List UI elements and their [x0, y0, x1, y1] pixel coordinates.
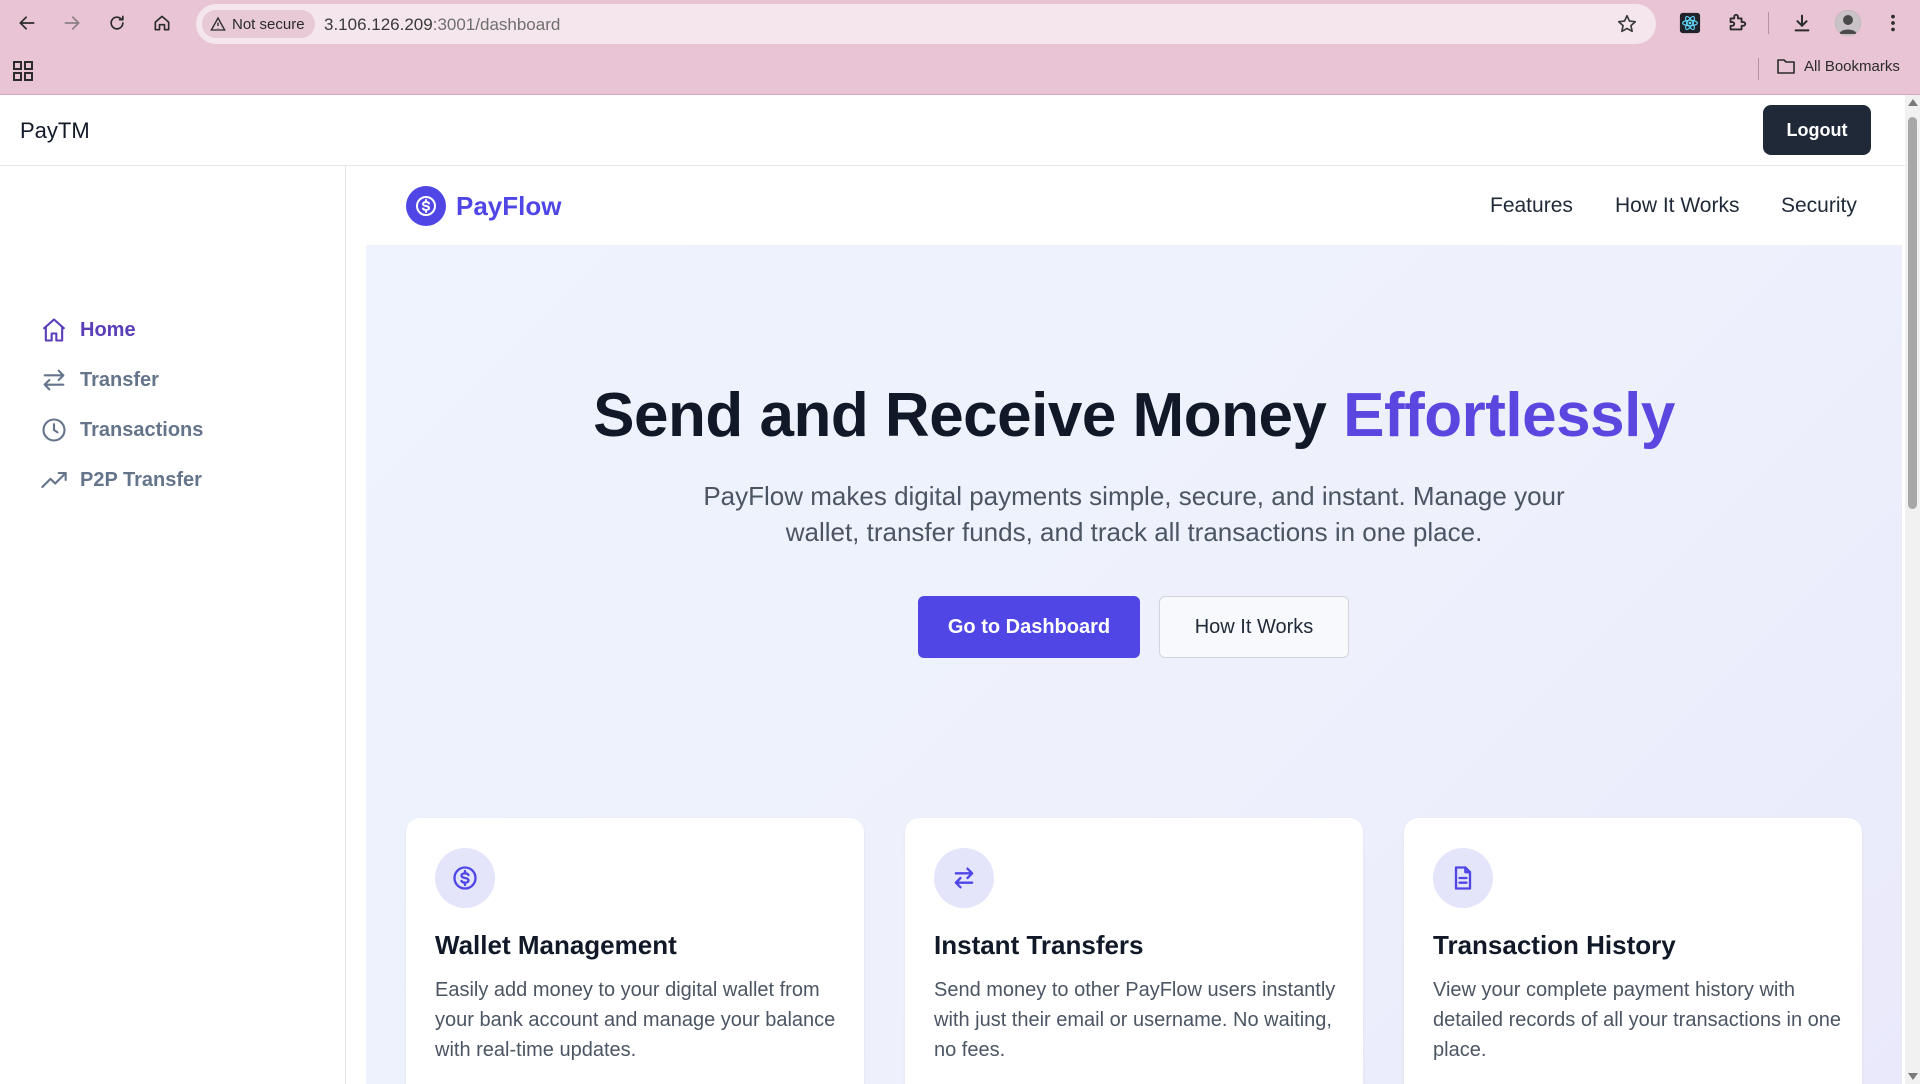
url-host: 3.106.126.209	[324, 15, 433, 34]
sidebar-item-transfer[interactable]: Transfer	[40, 362, 159, 398]
sidebar: Home Transfer Transactions P2P Transfer	[0, 166, 346, 1084]
feature-card-title: Transaction History	[1433, 930, 1676, 960]
feature-card-title: Instant Transfers	[934, 930, 1144, 960]
back-icon[interactable]	[12, 8, 42, 38]
sidebar-item-label: Home	[80, 318, 136, 341]
security-label: Not secure	[232, 15, 305, 33]
scroll-up-arrow-icon[interactable]	[1908, 99, 1918, 106]
page-scrollbar[interactable]	[1905, 95, 1920, 1084]
warning-icon	[210, 16, 226, 31]
hero-title: Send and Receive Money Effortlessly	[366, 380, 1902, 451]
home-browser-icon[interactable]	[147, 8, 177, 38]
sidebar-item-label: Transactions	[80, 418, 204, 441]
sidebar-item-label: P2P Transfer	[80, 468, 202, 491]
go-to-dashboard-button[interactable]: Go to Dashboard	[918, 596, 1140, 658]
feature-card-description: Send money to other PayFlow users instan…	[934, 979, 1336, 1061]
payflow-brand[interactable]: PayFlow	[456, 191, 561, 222]
all-bookmarks-button[interactable]: All Bookmarks	[1776, 57, 1900, 75]
home-icon	[42, 318, 66, 342]
nav-link-features[interactable]: Features	[1490, 194, 1573, 218]
payflow-logo-icon[interactable]	[406, 186, 446, 226]
how-it-works-button[interactable]: How It Works	[1159, 596, 1349, 658]
feature-card-wallet: Wallet Management Easily add money to yo…	[406, 818, 864, 1084]
feature-card-title: Wallet Management	[435, 930, 677, 960]
feature-card-history: Transaction History View your complete p…	[1404, 818, 1862, 1084]
scrollbar-thumb[interactable]	[1908, 117, 1917, 509]
sidebar-item-p2p-transfer[interactable]: P2P Transfer	[40, 462, 202, 498]
app-brand: PayTM	[20, 118, 90, 143]
browser-chrome: Not secure 3.106.126.209:3001/dashboard	[0, 0, 1920, 95]
clock-icon	[42, 418, 66, 442]
hero-section: Send and Receive Money Effortlessly PayF…	[366, 246, 1902, 1084]
all-bookmarks-label: All Bookmarks	[1804, 57, 1900, 75]
nav-link-how-it-works[interactable]: How It Works	[1615, 194, 1739, 218]
browser-menu-icon[interactable]	[1880, 10, 1906, 36]
transfer-arrows-icon	[934, 848, 994, 908]
feature-card-description: Easily add money to your digital wallet …	[435, 979, 836, 1061]
folder-icon	[1777, 59, 1795, 74]
bookmark-star-icon[interactable]	[1616, 13, 1638, 35]
sidebar-item-transactions[interactable]: Transactions	[40, 412, 203, 448]
app-header: PayTM Logout	[0, 95, 1905, 166]
feature-card-description: View your complete payment history with …	[1433, 979, 1842, 1061]
hero-title-main: Send and Receive Money	[593, 381, 1344, 450]
reload-icon[interactable]	[102, 8, 132, 38]
landing-navbar: PayFlow Features How It Works Security	[366, 166, 1902, 246]
browser-toolbar: Not secure 3.106.126.209:3001/dashboard	[0, 0, 1920, 46]
url-text[interactable]: 3.106.126.209:3001/dashboard	[324, 15, 560, 35]
scroll-down-arrow-icon[interactable]	[1908, 1073, 1918, 1080]
address-bar[interactable]: Not secure 3.106.126.209:3001/dashboard	[196, 4, 1656, 44]
extensions-puzzle-icon[interactable]	[1724, 10, 1750, 36]
profile-avatar[interactable]	[1835, 10, 1861, 36]
apps-grid-icon[interactable]	[12, 60, 34, 82]
trending-up-icon	[41, 471, 67, 489]
bookmarks-bar: All Bookmarks	[0, 50, 1920, 90]
logout-button[interactable]: Logout	[1763, 105, 1871, 155]
main-content: PayFlow Features How It Works Security S…	[366, 166, 1902, 1084]
security-chip[interactable]: Not secure	[202, 10, 315, 38]
feature-card-transfers: Instant Transfers Send money to other Pa…	[905, 818, 1363, 1084]
download-icon[interactable]	[1789, 10, 1815, 36]
forward-icon[interactable]	[57, 8, 87, 38]
transfer-arrows-icon	[43, 369, 65, 391]
nav-link-security[interactable]: Security	[1781, 194, 1857, 218]
hero-title-accent: Effortlessly	[1343, 381, 1675, 450]
dollar-coin-icon	[435, 848, 495, 908]
sidebar-item-label: Transfer	[80, 368, 159, 391]
hero-subtitle: PayFlow makes digital payments simple, s…	[703, 481, 1565, 547]
document-icon	[1433, 848, 1493, 908]
toolbar-divider	[1768, 12, 1769, 34]
react-devtools-icon[interactable]	[1677, 10, 1703, 36]
sidebar-item-home[interactable]: Home	[40, 312, 136, 348]
bookmarks-divider	[1758, 58, 1759, 80]
url-path: :3001/dashboard	[432, 15, 561, 34]
